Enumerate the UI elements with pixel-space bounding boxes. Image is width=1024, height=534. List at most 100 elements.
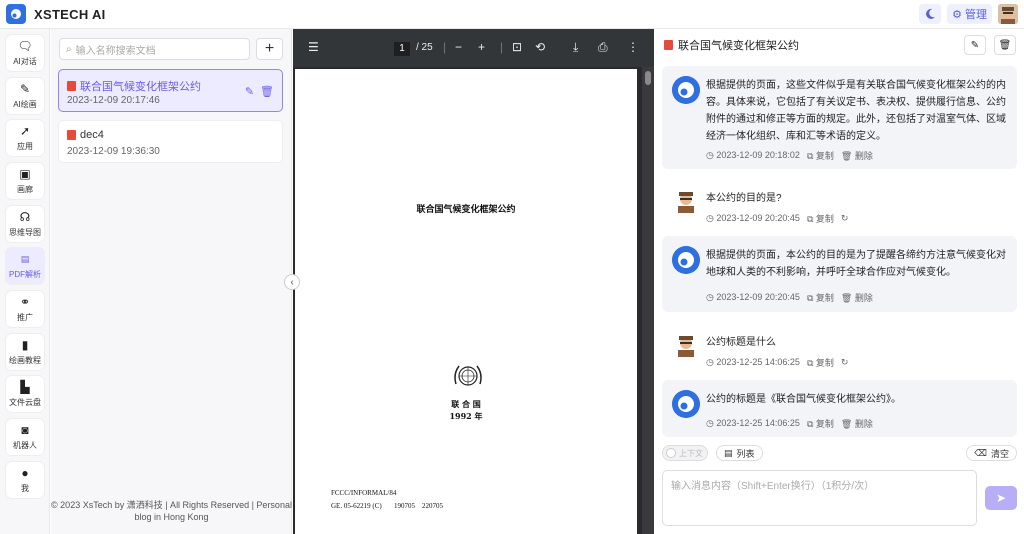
nav-label: AI对话 <box>13 56 37 66</box>
collapse-panel-button[interactable]: ‹ <box>284 274 300 290</box>
pdf-viewer: ☰ 1 / 25 | − + | ⊡ ⟲ ⤓ ⎙ ⋮ 联合国气候变化框架公约 联… <box>293 29 654 534</box>
mindmap-icon: ☊ <box>19 209 31 224</box>
ai-avatar <box>672 76 700 104</box>
document-item[interactable]: 联合国气候变化框架公约 2023-12-09 20:17:46 ✎ 🗑 <box>58 69 283 112</box>
nav-pdf[interactable]: ▤ PDF解析 <box>6 248 44 284</box>
manage-label: 管理 <box>965 9 987 21</box>
theme-toggle-button[interactable] <box>919 4 942 24</box>
delete-button[interactable]: 🗑 <box>994 35 1016 55</box>
robot-icon: ◙ <box>21 422 29 437</box>
pdf-scrollbar[interactable] <box>642 67 654 534</box>
refresh-icon[interactable]: ↻ <box>841 213 849 224</box>
search-input[interactable]: ⌕ 输入名称搜索文档 <box>59 38 250 60</box>
nav-label: 机器人 <box>13 440 37 450</box>
nav-promote[interactable]: ⚭ 推广 <box>6 291 44 327</box>
copy-button[interactable]: ⧉ 复制 <box>807 149 834 162</box>
download-icon[interactable]: ⤓ <box>573 40 578 55</box>
send-button[interactable]: ➤ <box>985 486 1017 510</box>
copy-button[interactable]: ⧉ 复制 <box>807 417 834 430</box>
add-document-button[interactable]: + <box>256 38 283 60</box>
chat-options-bar: 上下文 ▤ 列表 ⌫ 清空 <box>662 444 1017 462</box>
delete-message-button[interactable]: 🗑 删除 <box>841 149 873 162</box>
delete-message-button[interactable]: 🗑 删除 <box>841 417 873 430</box>
pdf-icon: ▤ <box>20 253 30 264</box>
nav-tutorial[interactable]: ▮ 绘画教程 <box>6 334 44 370</box>
chat-icon: 🗨 <box>17 38 33 53</box>
pdf-toolbar: ☰ 1 / 25 | − + | ⊡ ⟲ ⤓ ⎙ ⋮ <box>293 29 654 67</box>
list-button[interactable]: ▤ 列表 <box>716 445 763 461</box>
edit-icon: ✎ <box>970 39 980 51</box>
nav-apps[interactable]: ➚ 应用 <box>6 120 44 156</box>
user-message: 公约标题是什么 ◷ 2023-12-25 14:06:25 ⧉ 复制 ↻ <box>662 323 1017 369</box>
zoom-in-icon[interactable]: + <box>478 40 485 54</box>
rocket-icon: ➚ <box>19 123 31 138</box>
un-name: 联 合 国 1992 年 <box>295 398 637 422</box>
message-time: ◷ 2023-12-09 20:20:45 <box>706 213 800 223</box>
refresh-icon[interactable]: ↻ <box>841 357 849 368</box>
copy-button[interactable]: ⧉ 复制 <box>807 212 834 225</box>
nav-cloud-drive[interactable]: ▙ 文件云盘 <box>6 376 44 412</box>
ai-message: 根据提供的页面，本公约的目的是为了提醒各缔约方注意气候变化对地球和人类的不利影响… <box>662 236 1017 312</box>
fit-page-icon[interactable]: ⊡ <box>512 40 522 54</box>
more-options-icon[interactable]: ⋮ <box>627 40 639 54</box>
print-icon[interactable]: ⎙ <box>598 40 608 55</box>
handshake-icon: ⚭ <box>19 294 31 309</box>
document-item[interactable]: dec4 2023-12-09 19:36:30 <box>58 120 283 163</box>
message-time: ◷ 2023-12-09 20:20:45 <box>706 292 800 302</box>
clear-button[interactable]: ⌫ 清空 <box>966 445 1017 461</box>
nav-label: AI绘画 <box>13 99 37 109</box>
edit-button[interactable]: ✎ <box>964 35 986 55</box>
top-bar: XSTECH AI ⚙ 管理 <box>0 0 1024 29</box>
trash-icon[interactable]: 🗑 <box>260 85 274 98</box>
nav-ai-chat[interactable]: 🗨 AI对话 <box>6 35 44 71</box>
nav-label: 思维导图 <box>9 227 41 237</box>
paint-icon: ✎ <box>19 81 31 96</box>
app-logo[interactable] <box>6 4 26 24</box>
chat-panel: 联合国气候变化框架公约 ✎ 🗑 根据提供的页面，这些文件似乎是有关联合国气候变化… <box>654 29 1024 534</box>
message-text: 本公约的目的是? <box>706 193 782 204</box>
copy-button[interactable]: ⧉ 复制 <box>807 356 834 369</box>
nav-me[interactable]: ● 我 <box>6 462 44 498</box>
context-toggle[interactable]: 上下文 <box>662 445 708 461</box>
file-icon: ▙ <box>20 379 30 394</box>
pdf-file-icon <box>67 130 76 140</box>
copy-button[interactable]: ⧉ 复制 <box>807 291 834 304</box>
document-name: dec4 <box>80 129 104 141</box>
nav-label: 文件云盘 <box>9 397 41 407</box>
message-text: 公约标题是什么 <box>706 337 776 348</box>
ai-avatar <box>672 246 700 274</box>
rotate-icon[interactable]: ⟲ <box>535 40 545 54</box>
nav-label: 我 <box>21 483 29 493</box>
nav-label: 画廊 <box>17 184 33 194</box>
page-total: / 25 <box>416 42 433 53</box>
gallery-icon: ▣ <box>19 166 31 181</box>
clear-label: 清空 <box>990 448 1009 459</box>
user-avatar <box>675 333 697 357</box>
nav-ai-paint[interactable]: ✎ AI绘画 <box>6 78 44 114</box>
pdf-doc-title: 联合国气候变化框架公约 <box>416 205 516 215</box>
page-number-input[interactable]: 1 <box>394 42 410 56</box>
ai-message: 公约的标题是《联合国气候变化框架公约》。 ◷ 2023-12-25 14:06:… <box>662 380 1017 437</box>
context-label: 上下文 <box>679 448 703 458</box>
list-icon: ▤ <box>724 447 733 458</box>
manage-button[interactable]: ⚙ 管理 <box>947 4 992 24</box>
list-label: 列表 <box>736 448 755 459</box>
nav-gallery[interactable]: ▣ 画廊 <box>6 163 44 199</box>
menu-icon[interactable]: ☰ <box>308 40 319 54</box>
zoom-out-icon[interactable]: − <box>455 40 462 54</box>
message-input[interactable]: 输入消息内容（Shift+Enter换行）（1积分/次） <box>662 470 977 526</box>
ref-line-2: GE. 05-62219 (C) 190705 220705 <box>331 502 443 510</box>
eraser-icon: ⌫ <box>974 447 987 458</box>
delete-message-button[interactable]: 🗑 删除 <box>841 291 873 304</box>
search-icon: ⌕ <box>66 43 72 55</box>
document-time: 2023-12-09 20:17:46 <box>67 95 160 106</box>
nav-robot[interactable]: ◙ 机器人 <box>6 419 44 455</box>
nav-label: PDF解析 <box>9 269 41 279</box>
edit-icon[interactable]: ✎ <box>245 85 254 98</box>
message-time: ◷ 2023-12-25 14:06:25 <box>706 418 800 428</box>
document-list-panel: ⌕ 输入名称搜索文档 + 联合国气候变化框架公约 2023-12-09 20:1… <box>51 29 292 534</box>
nav-mindmap[interactable]: ☊ 思维导图 <box>6 206 44 242</box>
nav-label: 推广 <box>17 312 33 322</box>
un-name-text: 联 合 国 <box>451 399 481 409</box>
user-avatar[interactable] <box>998 4 1018 24</box>
